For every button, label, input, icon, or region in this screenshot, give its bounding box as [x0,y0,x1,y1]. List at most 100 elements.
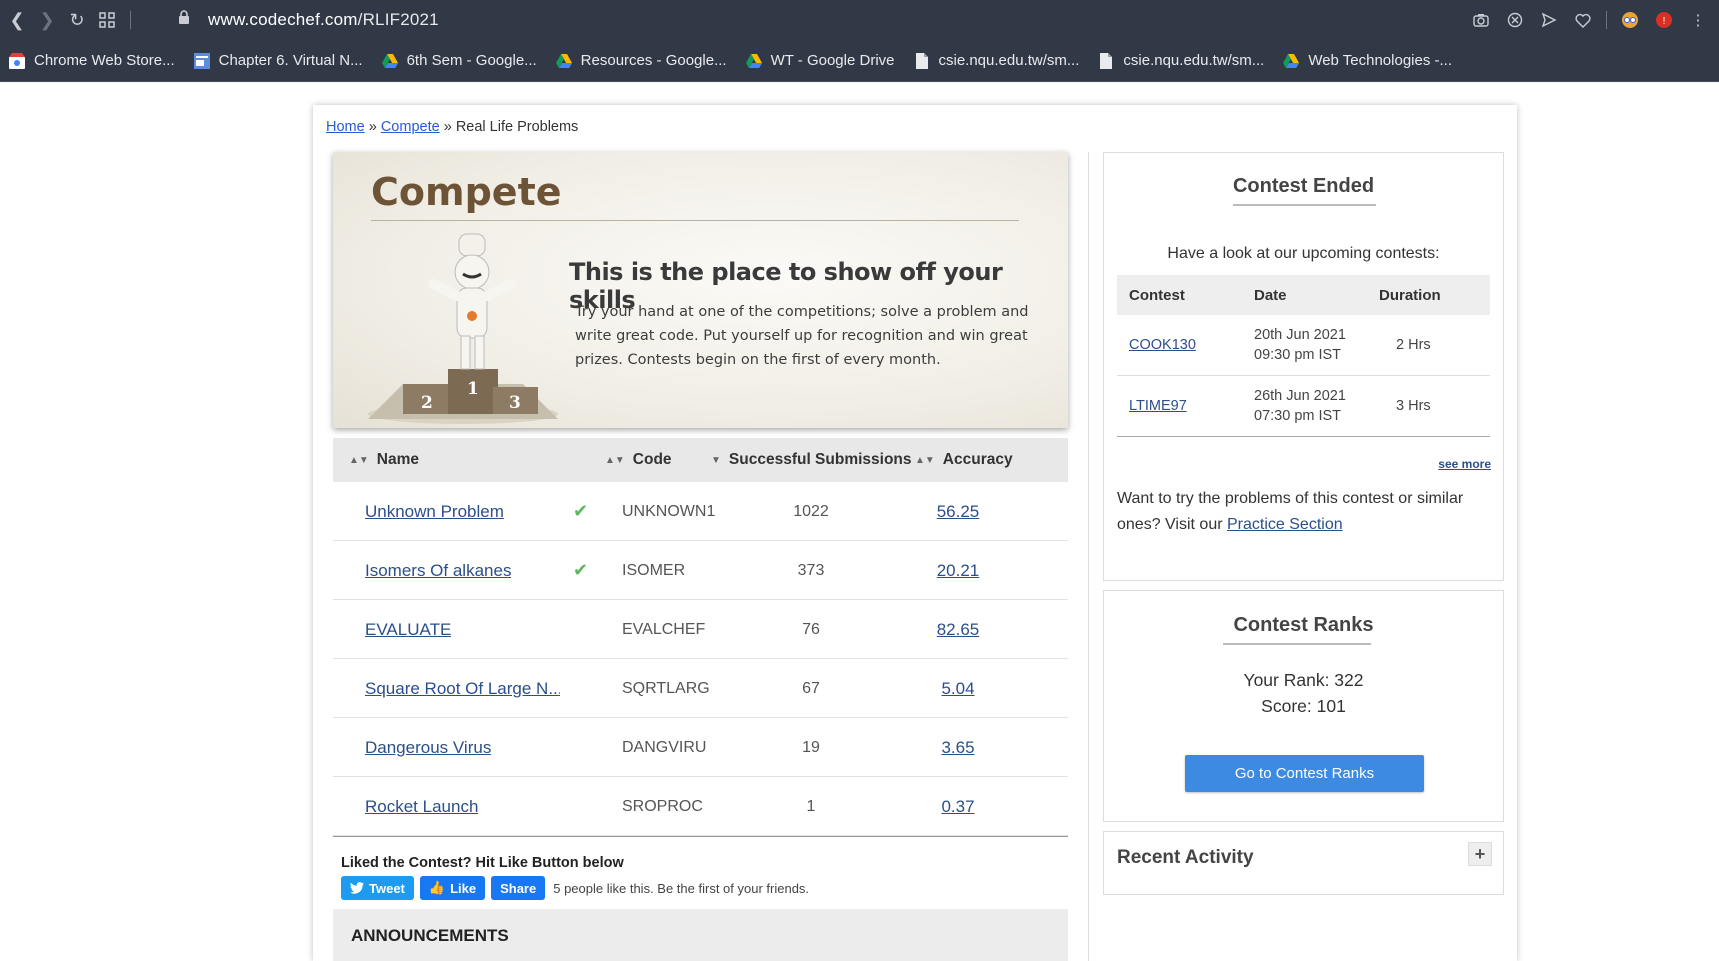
sort-desc-icon[interactable]: ▼ [711,455,721,466]
accuracy-link[interactable]: 5.04 [923,659,993,718]
subs-header[interactable]: ▼ Successful Submissions [711,438,912,482]
bookmark-label: csie.nqu.edu.tw/sm... [1123,52,1265,69]
url-path: /RLIF2021 [357,10,439,29]
reload-icon[interactable]: ↻ [62,5,92,35]
sort-icon[interactable]: ▲▼ [605,455,625,466]
accuracy-header[interactable]: ▲▼ Accuracy [915,438,1013,482]
contest-code-link[interactable]: COOK130 [1129,337,1196,353]
name-header[interactable]: ▲▼ Name [349,438,419,482]
accuracy-link[interactable]: 0.37 [923,777,993,836]
problem-name-link[interactable]: Square Root Of Large N... [365,679,560,699]
bookmark-csie-2[interactable]: csie.nqu.edu.tw/sm... [1097,52,1264,70]
successful-submissions[interactable]: 1022 [751,482,871,541]
facebook-like-button[interactable]: 👍 Like [419,876,486,900]
successful-submissions[interactable]: 19 [751,718,871,777]
bookmark-6th-sem[interactable]: 6th Sem - Google... [381,52,537,70]
contest-code-link[interactable]: LTIME97 [1129,398,1187,414]
duration-col-header: Duration [1379,286,1441,304]
see-more-link[interactable]: see more [1438,457,1491,471]
menu-icon[interactable]: ⋮ [1687,9,1709,31]
breadcrumb-sep: » [368,119,377,135]
tabs-grid-icon[interactable] [92,5,122,35]
score: Score: 101 [1261,696,1346,716]
bookmark-chrome-store[interactable]: Chrome Web Store... [8,52,175,70]
camera-icon[interactable] [1470,9,1492,31]
solved-check-icon: ✔ [573,560,589,580]
code-header-label: Code [632,451,672,468]
back-icon[interactable]: ❮ [2,5,32,35]
problem-name-link[interactable]: EVALUATE [365,620,451,640]
podium-2: 2 [421,393,433,413]
contest-duration: 3 Hrs [1396,398,1431,414]
table-row: Dangerous Virus DANGVIRU 19 3.65 [333,718,1068,777]
block-icon[interactable] [1504,9,1526,31]
successful-submissions[interactable]: 373 [751,541,871,600]
bookmark-label: Web Technologies -... [1308,52,1453,69]
profile-badge-icon[interactable]: ! [1653,9,1675,31]
code-header[interactable]: ▲▼ Code [605,438,672,482]
banner-text: Try your hand at one of the competitions… [575,304,1029,368]
heart-icon[interactable] [1572,9,1594,31]
sort-icon[interactable]: ▲▼ [349,455,369,466]
recent-activity-title: Recent Activity [1117,847,1254,868]
bookmark-label: Chapter 6. Virtual N... [218,52,363,69]
problem-name-link[interactable]: Isomers Of alkanes [365,561,511,581]
google-drive-icon [1283,53,1300,68]
table-row: Unknown Problem ✔ UNKNOWN1 1022 56.25 [333,482,1068,541]
breadcrumb-current: Real Life Problems [455,119,579,135]
facebook-share-button[interactable]: Share [491,876,546,900]
accuracy-link[interactable]: 20.21 [923,541,993,600]
bookmark-wt-drive[interactable]: WT - Google Drive [745,52,895,70]
problem-name-link[interactable]: Rocket Launch [365,797,478,817]
practice-section-link[interactable]: Practice Section [1227,516,1343,533]
problem-code: ISOMER [622,561,686,579]
title-underline [1223,643,1371,645]
successful-submissions[interactable]: 1 [751,777,871,836]
recent-activity-box: Recent Activity + [1103,831,1504,895]
accuracy-link[interactable]: 56.25 [923,482,993,541]
breadcrumb-home-link[interactable]: Home [326,119,365,135]
problem-code: DANGVIRU [622,738,707,756]
go-to-contest-ranks-button[interactable]: Go to Contest Ranks [1185,755,1424,792]
upcoming-text: Have a look at our upcoming contests: [1167,245,1440,262]
sort-icon[interactable]: ▲▼ [915,455,935,466]
twitter-bird-icon [350,882,364,894]
toolbar-divider-2 [1606,11,1607,29]
send-icon[interactable] [1538,9,1560,31]
table-end-rule [333,836,1068,837]
tweet-button[interactable]: Tweet [341,876,414,900]
problem-name-link[interactable]: Unknown Problem [365,502,504,522]
bookmark-csie-1[interactable]: csie.nqu.edu.tw/sm... [913,52,1079,70]
google-drive-icon [381,53,398,68]
upcoming-table-body: COOK130 20th Jun 2021 09:30 pm IST 2 Hrs LTI… [1117,315,1490,437]
bookmark-web-tech[interactable]: Web Technologies -... [1282,52,1452,70]
problem-name-link[interactable]: Dangerous Virus [365,738,491,758]
bookmark-resources[interactable]: Resources - Google... [555,52,727,70]
accuracy-link[interactable]: 3.65 [923,718,993,777]
contest-ended-box: Contest Ended Have a look at our upcomin… [1103,152,1504,581]
bookmark-label: WT - Google Drive [770,52,895,69]
toolbar-divider [130,11,131,29]
bookmark-chapter6[interactable]: Chapter 6. Virtual N... [193,52,363,70]
google-drive-icon [745,53,762,68]
your-rank: Your Rank: 322 [1243,670,1364,690]
document-icon [915,52,928,69]
address-bar[interactable]: www.codechef.com/RLIF2021 [178,0,439,40]
url-host: www.codechef.com [208,10,358,29]
svg-text:!: ! [1663,16,1666,27]
breadcrumb-sep: » [443,119,452,135]
banner-title: Compete [371,170,562,214]
forward-icon[interactable]: ❯ [32,5,62,35]
bookmarks-bar: Chrome Web Store... Chapter 6. Virtual N… [0,40,1719,82]
table-row: Isomers Of alkanes ✔ ISOMER 373 20.21 [333,541,1068,600]
bookmark-label: Resources - Google... [580,52,727,69]
table-row: Rocket Launch SROPROC 1 0.37 [333,777,1068,836]
accuracy-link[interactable]: 82.65 [923,600,993,659]
breadcrumb-compete-link[interactable]: Compete [381,119,440,135]
url-text[interactable]: www.codechef.com/RLIF2021 [208,10,439,30]
extension-icon[interactable] [1619,9,1641,31]
contest-time: 09:30 pm IST [1254,347,1342,363]
expand-plus-icon[interactable]: + [1468,842,1492,866]
successful-submissions[interactable]: 76 [751,600,871,659]
successful-submissions[interactable]: 67 [751,659,871,718]
